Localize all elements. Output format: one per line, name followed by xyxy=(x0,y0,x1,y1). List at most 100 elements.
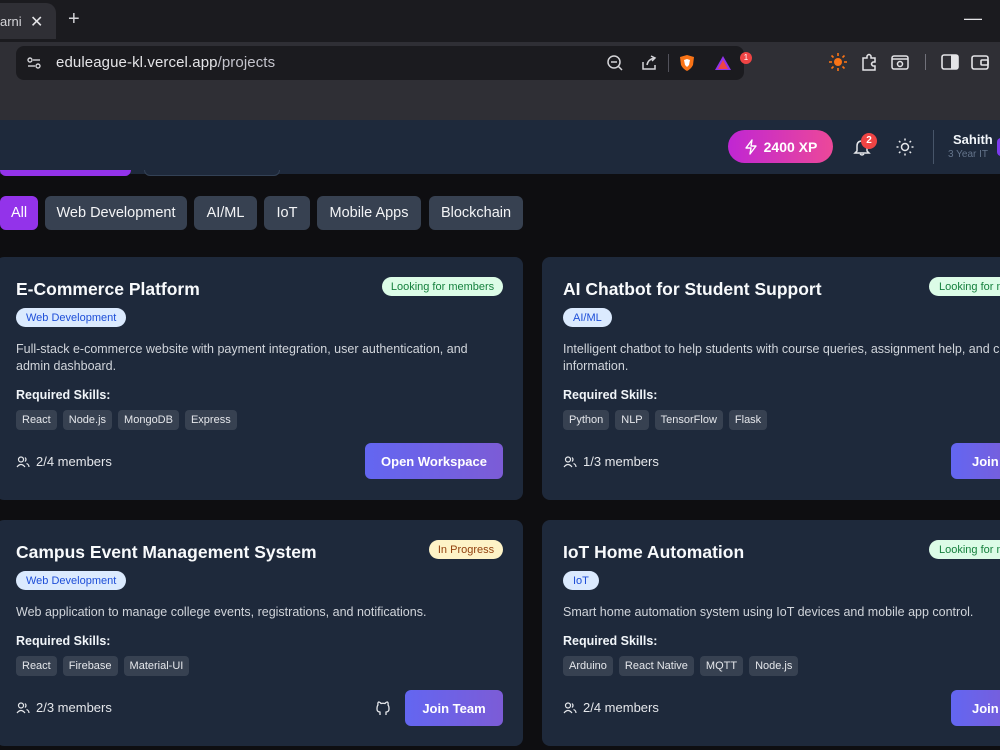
url-text: eduleague-kl.vercel.app/projects xyxy=(56,54,275,71)
skill-tag: Node.js xyxy=(62,410,113,430)
project-description: Web application to manage college events… xyxy=(16,605,427,619)
toolbar-separator xyxy=(925,54,926,70)
url-path: /projects xyxy=(217,54,276,71)
zoom-out-icon[interactable] xyxy=(606,54,624,72)
wallet-icon[interactable] xyxy=(970,52,990,72)
member-count-text: 2/4 members xyxy=(583,700,659,715)
status-badge: Looking for m xyxy=(929,540,1000,559)
project-card: IoT Home Automation Looking for m IoT Sm… xyxy=(542,520,1000,746)
required-skills-label: Required Skills: xyxy=(563,388,658,402)
share-icon[interactable] xyxy=(640,54,658,72)
app-header: 2400 XP 2 Sahith 3 Year IT xyxy=(0,120,1000,174)
status-badge: In Progress xyxy=(429,540,503,559)
member-count-text: 2/3 members xyxy=(36,700,112,715)
category-badge: IoT xyxy=(563,571,599,590)
rewards-badge: 1 xyxy=(740,52,752,64)
filter-all[interactable]: All xyxy=(0,196,38,230)
member-count: 1/3 members xyxy=(563,454,659,469)
browser-tab[interactable]: arni ✕ xyxy=(0,3,56,39)
tab-title: arni xyxy=(0,13,22,29)
new-tab-icon[interactable]: + xyxy=(68,8,80,31)
browser-tab-bar: arni ✕ + — xyxy=(0,0,1000,42)
close-tab-icon[interactable]: ✕ xyxy=(30,12,43,32)
reading-list-icon[interactable] xyxy=(890,52,910,72)
skill-tag: Python xyxy=(563,410,610,430)
member-count-text: 2/4 members xyxy=(36,454,112,469)
skill-tag: Flask xyxy=(728,410,768,430)
header-divider xyxy=(933,130,934,164)
user-subtitle: 3 Year IT xyxy=(948,149,989,160)
browser-toolbar: eduleague-kl.vercel.app/projects 1 xyxy=(0,42,1000,120)
skill-tag: MongoDB xyxy=(118,410,179,430)
member-count: 2/3 members xyxy=(16,700,112,715)
project-title: IoT Home Automation xyxy=(563,542,745,562)
project-description: Full-stack e-commerce website with payme… xyxy=(16,342,468,373)
filter-iot[interactable]: IoT xyxy=(264,196,310,230)
skills-list: React Node.js MongoDB Express xyxy=(16,410,237,430)
skills-list: React Firebase Material-UI xyxy=(16,656,190,676)
filter-ai-ml[interactable]: AI/ML xyxy=(194,196,257,230)
skills-list: Python NLP TensorFlow Flask xyxy=(563,410,768,430)
site-settings-icon[interactable] xyxy=(26,55,42,71)
skill-tag: React Native xyxy=(618,656,694,676)
skill-tag: Arduino xyxy=(563,656,613,676)
brave-rewards-icon[interactable] xyxy=(714,54,732,72)
notification-count-badge: 2 xyxy=(861,133,877,149)
skill-tag: Firebase xyxy=(62,656,118,676)
skill-tag: Material-UI xyxy=(123,656,190,676)
lightning-icon xyxy=(744,138,757,155)
filter-web-development[interactable]: Web Development xyxy=(45,196,187,230)
join-team-button[interactable]: Join T xyxy=(951,690,1000,726)
category-badge: AI/ML xyxy=(563,308,612,327)
category-badge: Web Development xyxy=(16,308,127,327)
users-icon xyxy=(16,455,30,467)
member-count: 2/4 members xyxy=(563,700,659,715)
filter-mobile-apps[interactable]: Mobile Apps xyxy=(317,196,421,230)
skill-tag: MQTT xyxy=(699,656,744,676)
brave-shield-icon[interactable] xyxy=(678,54,696,72)
skill-tag: Node.js xyxy=(749,656,799,676)
filter-blockchain[interactable]: Blockchain xyxy=(429,196,523,230)
users-icon xyxy=(16,701,30,713)
skills-list: Arduino React Native MQTT Node.js xyxy=(563,656,799,676)
extensions-puzzle-icon[interactable] xyxy=(859,52,879,72)
project-card: E-Commerce Platform Looking for members … xyxy=(0,257,523,500)
projects-view-tab[interactable] xyxy=(144,170,280,176)
sidebar-toggle-icon[interactable] xyxy=(940,52,960,72)
project-description: Intelligent chatbot to help students wit… xyxy=(563,342,1000,373)
url-domain: eduleague-kl.vercel.app xyxy=(56,54,218,71)
users-icon xyxy=(563,701,577,713)
status-badge: Looking for members xyxy=(382,277,503,296)
project-title: E-Commerce Platform xyxy=(16,279,200,299)
skill-tag: React xyxy=(16,656,57,676)
extension-sun-icon[interactable] xyxy=(828,52,848,72)
xp-value: 2400 XP xyxy=(763,138,818,155)
skill-tag: TensorFlow xyxy=(654,410,723,430)
skill-tag: Express xyxy=(184,410,237,430)
xp-badge[interactable]: 2400 XP xyxy=(728,130,833,163)
address-bar[interactable]: eduleague-kl.vercel.app/projects 1 xyxy=(16,46,752,80)
join-team-button[interactable]: Join Team xyxy=(405,690,503,726)
skill-tag: NLP xyxy=(615,410,649,430)
project-description: Smart home automation system using IoT d… xyxy=(563,605,974,619)
member-count-text: 1/3 members xyxy=(583,454,659,469)
join-team-button[interactable]: Join T xyxy=(951,443,1000,479)
user-name[interactable]: Sahith xyxy=(953,132,993,147)
status-badge: Looking for m xyxy=(929,277,1000,296)
category-badge: Web Development xyxy=(16,571,127,590)
toolbar-separator xyxy=(668,54,669,72)
project-title: AI Chatbot for Student Support xyxy=(563,279,822,299)
theme-toggle-icon[interactable] xyxy=(895,137,915,157)
projects-view-tab-active[interactable] xyxy=(0,170,131,176)
skill-tag: React xyxy=(16,410,57,430)
project-card: Campus Event Management System In Progre… xyxy=(0,520,523,746)
required-skills-label: Required Skills: xyxy=(16,388,111,402)
required-skills-label: Required Skills: xyxy=(16,634,111,648)
github-icon[interactable] xyxy=(374,699,392,717)
required-skills-label: Required Skills: xyxy=(563,634,658,648)
project-title: Campus Event Management System xyxy=(16,542,317,562)
open-workspace-button[interactable]: Open Workspace xyxy=(365,443,503,479)
member-count: 2/4 members xyxy=(16,454,112,469)
project-card: AI Chatbot for Student Support Looking f… xyxy=(542,257,1000,500)
minimize-window-icon[interactable]: — xyxy=(964,8,982,29)
